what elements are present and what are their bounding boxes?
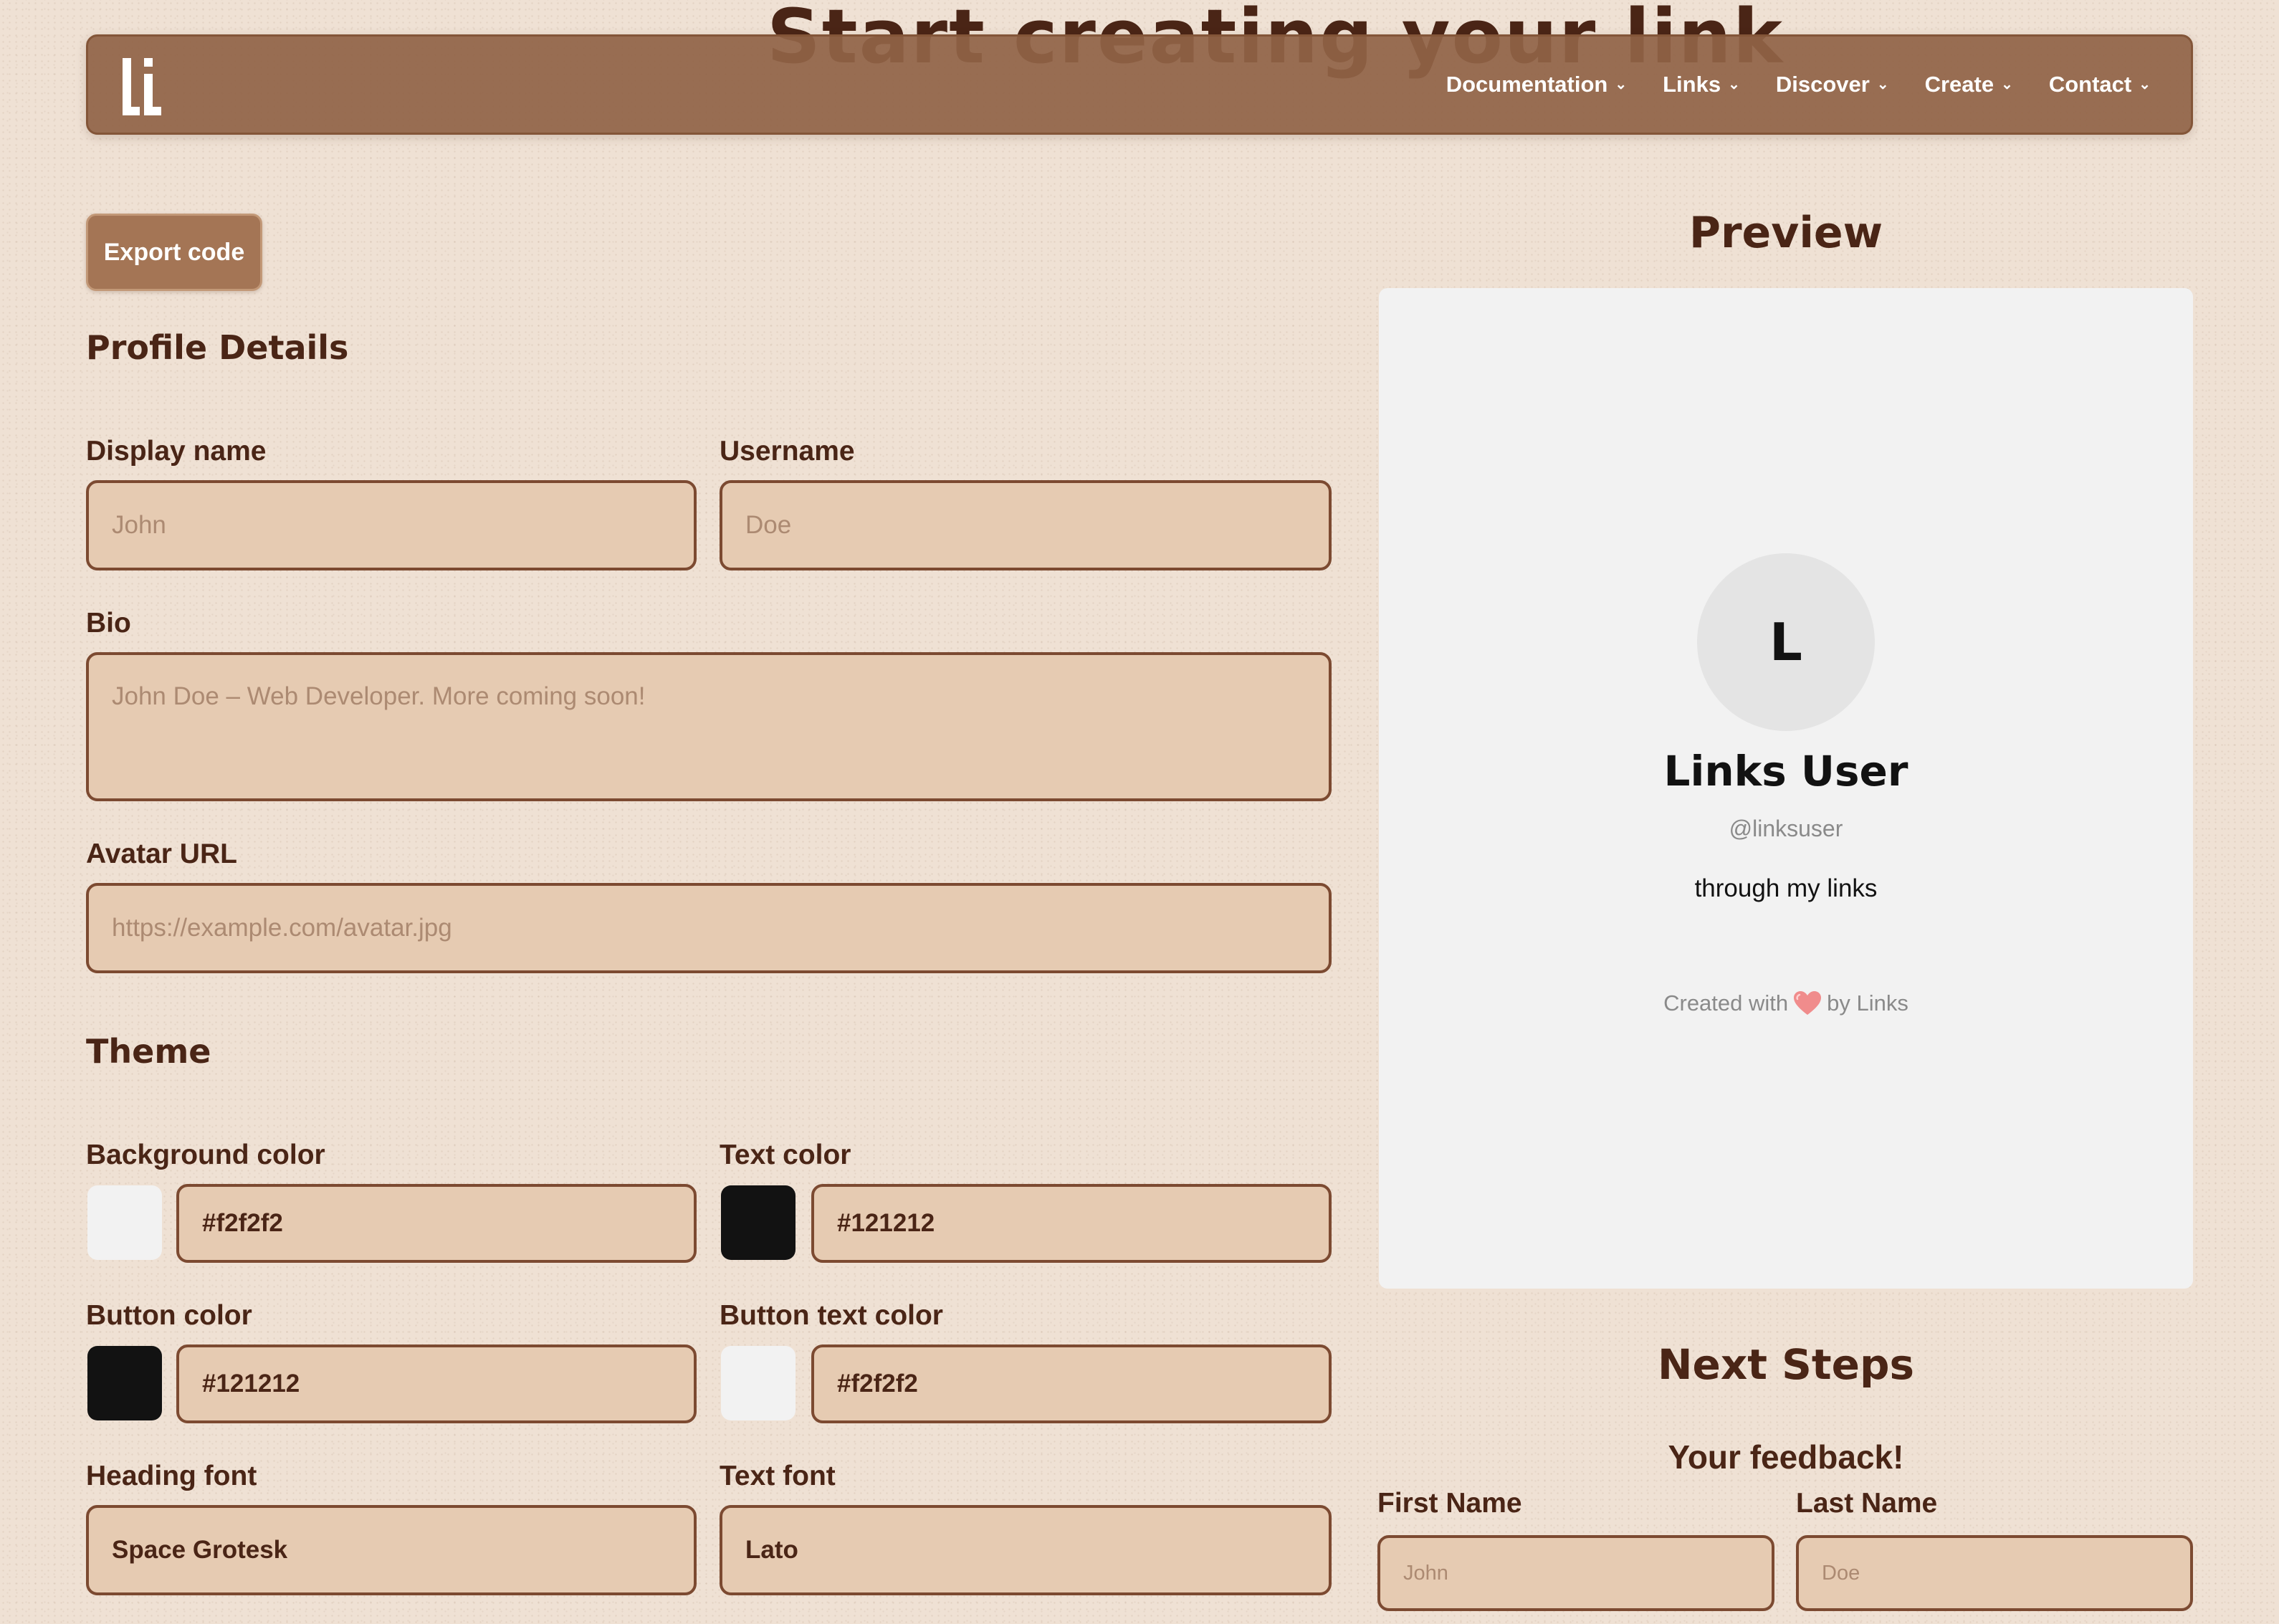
background-color-swatch[interactable] [87,1185,162,1260]
first-name-label: First Name [1377,1488,1522,1519]
nav-item-label: Links [1663,72,1721,97]
button-text-color-label: Button text color [720,1300,943,1331]
logo-icon[interactable] [123,58,161,115]
nav-item-label: Discover [1775,72,1870,97]
button-color-label: Button color [86,1300,252,1331]
preview-username: @linksuser [1729,816,1843,841]
top-navbar: Documentation ⌄ Links ⌄ Discover ⌄ Creat… [86,34,2193,135]
background-color-label: Background color [86,1140,325,1170]
feedback-heading: Your feedback! [1668,1438,1904,1476]
last-name-input[interactable] [1796,1535,2193,1611]
footer-prefix: Created with [1663,990,1789,1016]
username-input[interactable] [720,480,1332,570]
nav-item-label: Contact [2048,72,2132,97]
nav-item-label: Documentation [1446,72,1608,97]
preview-card: L Links User @linksuser through my links… [1379,288,2193,1289]
next-steps-heading: Next Steps [1657,1340,1915,1389]
chevron-down-icon: ⌄ [2001,77,2013,92]
nav-item-discover[interactable]: Discover ⌄ [1776,72,1889,97]
nav-item-contact[interactable]: Contact ⌄ [2049,72,2151,97]
nav-item-links[interactable]: Links ⌄ [1663,72,1740,97]
bio-textarea[interactable] [86,652,1332,801]
display-name-label: Display name [86,436,267,467]
preview-heading: Preview [1688,208,1883,258]
text-color-input[interactable] [811,1184,1332,1263]
heading-font-input[interactable] [86,1505,697,1595]
chevron-down-icon: ⌄ [2139,77,2151,92]
heading-font-label: Heading font [86,1461,257,1491]
button-text-color-swatch[interactable] [721,1346,796,1420]
last-name-label: Last Name [1796,1488,1938,1519]
heart-icon [1794,991,1822,1016]
button-color-swatch[interactable] [87,1346,162,1420]
export-code-button[interactable]: Export code [86,214,262,291]
display-name-input[interactable] [86,480,697,570]
nav-menu: Documentation ⌄ Links ⌄ Discover ⌄ Creat… [1446,37,2151,133]
text-font-input[interactable] [720,1505,1332,1595]
username-label: Username [720,436,855,467]
nav-item-create[interactable]: Create ⌄ [1925,72,2013,97]
preview-display-name: Links User [1663,747,1908,796]
chevron-down-icon: ⌄ [1876,77,1889,92]
avatar: L [1697,553,1875,731]
first-name-input[interactable] [1377,1535,1774,1611]
button-color-input[interactable] [176,1344,697,1423]
text-color-swatch[interactable] [721,1185,796,1260]
nav-item-label: Create [1924,72,1994,97]
nav-item-documentation[interactable]: Documentation ⌄ [1446,72,1627,97]
theme-heading: Theme [86,1032,211,1071]
text-font-label: Text font [720,1461,836,1491]
chevron-down-icon: ⌄ [1615,77,1628,92]
preview-bio: through my links [1694,874,1878,902]
preview-footer: Created with by Links [1379,990,2193,1016]
profile-details-heading: Profile Details [86,328,349,367]
button-text-color-input[interactable] [811,1344,1332,1423]
background-color-input[interactable] [176,1184,697,1263]
footer-suffix: by Links [1827,990,1908,1016]
avatar-url-label: Avatar URL [86,839,237,869]
avatar-url-input[interactable] [86,883,1332,973]
chevron-down-icon: ⌄ [1728,77,1740,92]
text-color-label: Text color [720,1140,851,1170]
bio-label: Bio [86,608,131,639]
